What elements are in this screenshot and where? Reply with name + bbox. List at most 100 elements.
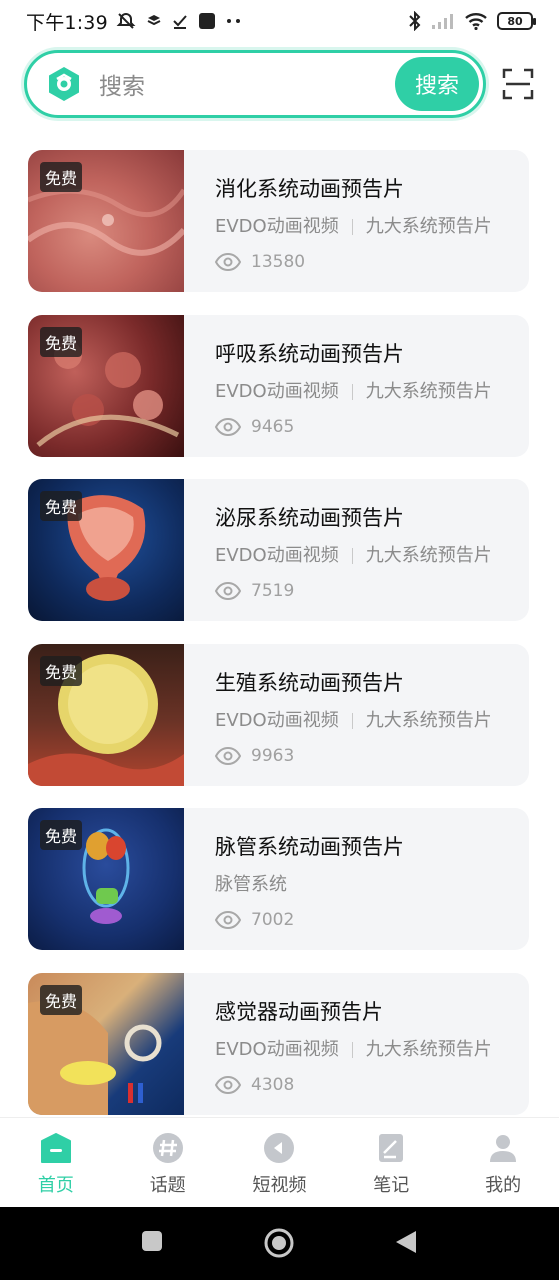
video-meta: EVDO动画视频 九大系统预告片 <box>215 1039 529 1061</box>
video-title[interactable]: 消化系统动画预告片 <box>215 176 529 202</box>
status-time: 下午1:39 <box>26 11 108 34</box>
video-meta: EVDO动画视频 九大系统预告片 <box>215 216 529 238</box>
video-source: EVDO动画视频 <box>215 380 339 402</box>
free-badge: 免费 <box>40 491 83 521</box>
video-meta: EVDO动画视频 九大系统预告片 <box>215 545 529 567</box>
video-thumbnail[interactable]: 免费 <box>28 972 184 1115</box>
meta-divider <box>351 1041 353 1058</box>
back-button[interactable] <box>394 1229 418 1255</box>
mute-bell-icon <box>116 12 136 29</box>
tab-label: 笔记 <box>373 1175 410 1196</box>
search-button[interactable]: 搜索 <box>395 57 479 111</box>
video-title[interactable]: 呼吸系统动画预告片 <box>215 341 529 367</box>
free-badge: 免费 <box>40 655 83 686</box>
video-info: 生殖系统动画预告片 EVDO动画视频 九大系统预告片 9963 <box>184 644 529 786</box>
status-system-icons: 80 <box>408 11 536 31</box>
video-meta: EVDO动画视频 九大系统预告片 <box>215 710 529 732</box>
eye-icon <box>215 1075 241 1094</box>
more-dots-icon <box>226 19 240 23</box>
tab-label: 首页 <box>37 1175 74 1196</box>
video-thumbnail[interactable]: 免费 <box>28 314 184 457</box>
system-nav-bar <box>0 1207 559 1280</box>
view-count: 9963 <box>215 746 529 766</box>
profile-icon <box>490 1135 517 1162</box>
bluetooth-icon <box>409 11 421 31</box>
free-badge: 免费 <box>40 326 83 357</box>
tab-label: 话题 <box>149 1175 186 1196</box>
video-list[interactable]: 免费 消化系统动画预告片 EVDO动画视频 九大系统预告片 13580 免费 呼… <box>12 132 547 1117</box>
home-icon <box>40 1133 71 1163</box>
video-thumbnail[interactable]: 免费 <box>28 479 184 621</box>
view-count: 4308 <box>215 1075 529 1095</box>
video-info: 脉管系统动画预告片 脉管系统 7002 <box>184 808 529 950</box>
tab-notes[interactable]: 笔记 <box>335 1118 447 1207</box>
view-count-value: 7519 <box>251 581 295 601</box>
bottom-tab-bar: 首页 话题 短视频 笔记 我的 <box>0 1117 559 1207</box>
eye-icon <box>215 746 241 765</box>
video-category: 九大系统预告片 <box>365 709 492 731</box>
view-count: 9465 <box>215 417 529 437</box>
video-category: 九大系统预告片 <box>365 1038 492 1060</box>
video-title[interactable]: 感觉器动画预告片 <box>215 999 529 1025</box>
video-category: 九大系统预告片 <box>365 380 492 402</box>
eye-icon <box>215 582 241 600</box>
video-card[interactable]: 免费 脉管系统动画预告片 脉管系统 7002 <box>28 808 529 950</box>
video-info: 感觉器动画预告片 EVDO动画视频 九大系统预告片 4308 <box>184 973 529 1115</box>
free-badge: 免费 <box>40 984 83 1015</box>
view-count: 7002 <box>215 910 529 930</box>
note-icon <box>379 1134 404 1162</box>
tab-label: 短视频 <box>252 1175 307 1196</box>
video-info: 泌尿系统动画预告片 EVDO动画视频 九大系统预告片 7519 <box>184 479 529 621</box>
hashtag-icon <box>152 1133 183 1163</box>
battery-indicator: 80 <box>497 12 536 30</box>
video-title[interactable]: 泌尿系统动画预告片 <box>215 505 529 531</box>
video-info: 消化系统动画预告片 EVDO动画视频 九大系统预告片 13580 <box>184 150 529 292</box>
search-input[interactable]: 搜索 <box>99 67 395 101</box>
video-card[interactable]: 免费 泌尿系统动画预告片 EVDO动画视频 九大系统预告片 7519 <box>28 479 529 621</box>
video-title[interactable]: 脉管系统动画预告片 <box>215 834 529 860</box>
video-card[interactable]: 免费 呼吸系统动画预告片 EVDO动画视频 九大系统预告片 9465 <box>28 314 529 457</box>
layers-icon <box>147 15 161 26</box>
video-source: EVDO动画视频 <box>215 1038 339 1060</box>
video-source: 脉管系统 <box>215 874 287 895</box>
play-icon <box>264 1133 295 1163</box>
tab-profile[interactable]: 我的 <box>447 1118 559 1207</box>
recents-button[interactable] <box>140 1229 164 1253</box>
square-app-icon <box>198 13 215 29</box>
video-card[interactable]: 免费 消化系统动画预告片 EVDO动画视频 九大系统预告片 13580 <box>28 150 529 292</box>
view-count: 7519 <box>215 581 529 601</box>
video-card[interactable]: 免费 生殖系统动画预告片 EVDO动画视频 九大系统预告片 9963 <box>28 643 529 786</box>
eye-icon <box>215 253 241 271</box>
video-card[interactable]: 免费 感觉器动画预告片 EVDO动画视频 九大系统预告片 4308 <box>28 972 529 1115</box>
video-info: 呼吸系统动画预告片 EVDO动画视频 九大系统预告片 9465 <box>184 315 529 457</box>
video-source: EVDO动画视频 <box>215 216 339 237</box>
video-source: EVDO动画视频 <box>215 545 339 566</box>
check-icon <box>173 15 187 29</box>
view-count-value: 9963 <box>251 745 295 766</box>
tab-home[interactable]: 首页 <box>0 1118 112 1207</box>
wifi-icon <box>465 13 487 30</box>
view-count-value: 7002 <box>251 910 295 930</box>
video-thumbnail[interactable]: 免费 <box>28 808 184 950</box>
view-count-value: 9465 <box>251 416 295 437</box>
video-source: EVDO动画视频 <box>215 709 339 731</box>
video-thumbnail[interactable]: 免费 <box>28 643 184 786</box>
status-notification-icons <box>116 11 242 31</box>
free-badge: 免费 <box>40 162 83 192</box>
video-meta: EVDO动画视频 九大系统预告片 <box>215 381 529 403</box>
signal-icon <box>432 14 453 29</box>
tab-topics[interactable]: 话题 <box>112 1118 224 1207</box>
search-bar[interactable]: 搜索 搜索 <box>24 50 486 118</box>
home-button[interactable] <box>263 1227 295 1259</box>
video-title[interactable]: 生殖系统动画预告片 <box>215 670 529 696</box>
scan-icon[interactable] <box>502 68 534 100</box>
video-thumbnail[interactable]: 免费 <box>28 150 184 292</box>
meta-divider <box>351 383 353 400</box>
tab-short-video[interactable]: 短视频 <box>224 1118 336 1207</box>
view-count-value: 13580 <box>251 252 306 272</box>
eye-icon <box>215 911 241 929</box>
meta-divider <box>351 548 353 564</box>
view-count-value: 4308 <box>251 1074 295 1095</box>
app-logo-icon <box>49 67 79 101</box>
eye-icon <box>215 417 241 436</box>
